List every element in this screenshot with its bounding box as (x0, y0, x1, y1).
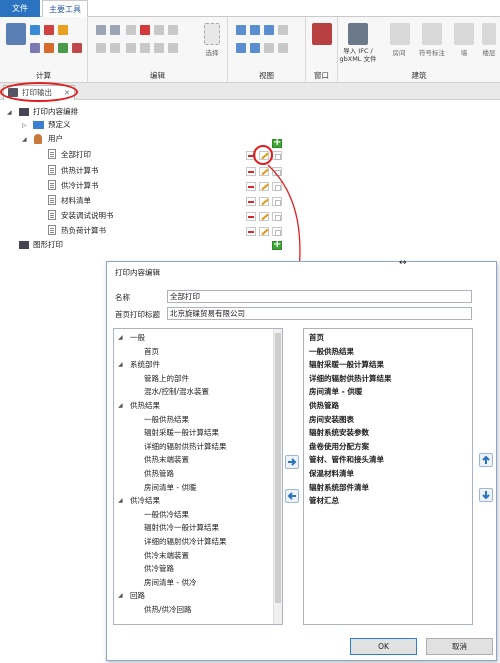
cancel-button[interactable]: 取消 (426, 638, 493, 655)
list-item[interactable]: 一般供冷结果 (144, 509, 189, 520)
list-group[interactable]: 一般 (130, 332, 145, 343)
list-item[interactable]: 一般供热结果 (309, 346, 354, 357)
list-group[interactable]: 回路 (130, 590, 145, 601)
expand-toggle[interactable]: ◢ (118, 590, 123, 601)
list-item[interactable]: 保温材料清单 (309, 468, 354, 479)
list-group[interactable]: 系统部件 (130, 359, 160, 370)
expand-toggle[interactable]: ◢ (118, 359, 123, 370)
move-down-button[interactable] (479, 488, 493, 502)
list-item[interactable]: 房间清单 - 供暖 (144, 482, 196, 493)
list-item[interactable]: 辐射供冷一般计算结果 (144, 522, 219, 533)
expand-toggle[interactable]: ◢ (118, 400, 123, 411)
list-item[interactable]: 辐射采暖一般计算结果 (309, 359, 384, 370)
list-item[interactable]: 管材、管件和接头清单 (309, 454, 384, 465)
list-item[interactable]: 详细的辐射供热计算结果 (144, 441, 227, 452)
list-item[interactable]: 首页 (309, 332, 324, 343)
name-field[interactable]: 全部打印 (167, 290, 472, 303)
header-title-field[interactable]: 北京旋碟贸易有限公司 (167, 307, 472, 320)
move-up-button[interactable] (479, 453, 493, 467)
header-title-label: 首页打印标题 (115, 310, 160, 319)
list-item[interactable]: 首页 (144, 346, 159, 357)
list-item[interactable]: 一般供热结果 (144, 414, 189, 425)
resize-icon[interactable]: ↔ (399, 258, 407, 269)
list-item[interactable]: 供热/供冷回路 (144, 604, 192, 615)
list-item[interactable]: 供热管路 (309, 400, 339, 411)
list-item[interactable]: 供冷末端装置 (144, 550, 189, 561)
ok-button[interactable]: OK (350, 638, 417, 655)
list-item[interactable]: 盘卷使用分配方案 (309, 441, 369, 452)
list-item[interactable]: 供冷管路 (144, 563, 174, 574)
scrollbar[interactable] (273, 329, 282, 624)
list-item[interactable]: 管材汇总 (309, 495, 339, 506)
list-item[interactable]: 辐射采暖一般计算结果 (144, 427, 219, 438)
expand-toggle[interactable]: ◢ (118, 332, 123, 343)
list-item[interactable]: 详细的辐射供热计算结果 (309, 373, 392, 384)
move-right-button[interactable] (285, 455, 299, 469)
expand-toggle[interactable]: ◢ (118, 495, 123, 506)
list-item[interactable]: 辐射系统安装参数 (309, 427, 369, 438)
print-content-dialog: 打印内容编辑 ↔ 名称 全部打印 首页打印标题 北京旋碟贸易有限公司 ◢ 一般 首页… (106, 258, 497, 661)
list-group[interactable]: 供热结果 (130, 400, 160, 411)
available-list[interactable]: ◢ 一般首页 ◢ 系统部件管路上的部件混水/控制/混水装置 ◢ 供热结果一般供热结果辐射采… (113, 328, 283, 625)
list-item[interactable]: 供热末端装置 (144, 454, 189, 465)
list-item[interactable]: 房间清单 - 供冷 (144, 577, 196, 588)
list-group[interactable]: 供冷结果 (130, 495, 160, 506)
list-item[interactable]: 辐射系统部件清单 (309, 482, 369, 493)
name-label: 名称 (115, 293, 130, 302)
scrollbar-thumb[interactable] (275, 333, 281, 603)
list-item[interactable]: 混水/控制/混水装置 (144, 386, 209, 397)
list-item[interactable]: 房间安装图表 (309, 414, 354, 425)
list-item[interactable]: 详细的辐射供冷计算结果 (144, 536, 227, 547)
list-item[interactable]: 房间清单 - 供暖 (309, 386, 362, 397)
selected-list[interactable]: 首页一般供热结果辐射采暖一般计算结果 详细的辐射供热计算结果 房间清单 - 供暖 供热… (303, 328, 473, 625)
dialog-title: 打印内容编辑 (115, 268, 160, 277)
move-left-button[interactable] (285, 489, 299, 503)
list-item[interactable]: 供热管路 (144, 468, 174, 479)
list-item[interactable]: 管路上的部件 (144, 373, 189, 384)
